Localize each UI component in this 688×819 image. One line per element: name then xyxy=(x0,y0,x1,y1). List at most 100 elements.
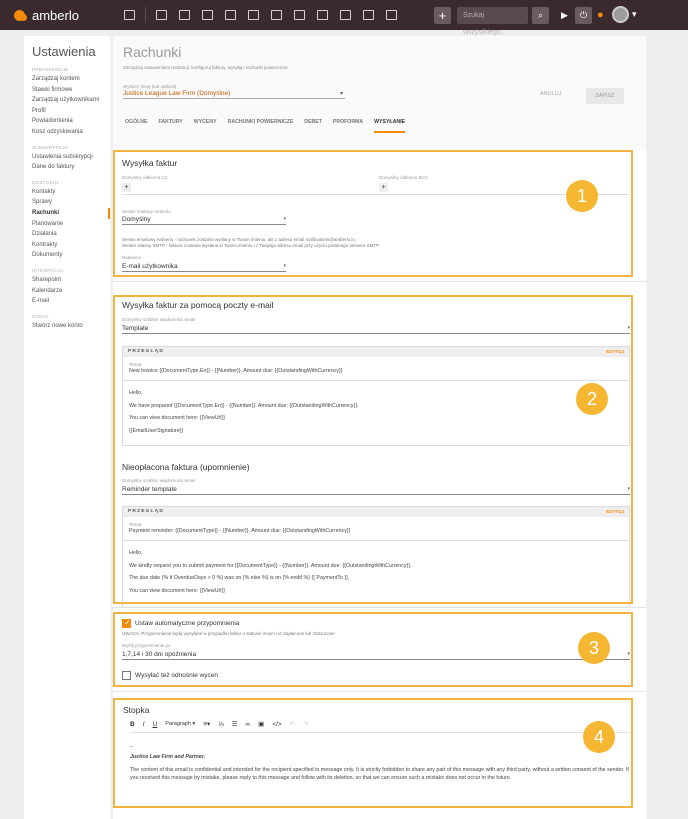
sidebar-item-documents[interactable]: Dokumenty xyxy=(24,250,110,261)
cancel-button[interactable]: ANULUJ xyxy=(540,91,561,97)
sidebar-title: Ustawienia xyxy=(32,44,96,59)
page-title: Rachunki xyxy=(123,44,182,60)
template-select[interactable]: Template xyxy=(122,325,630,334)
sidebar-item-rates[interactable]: Stawki firmowe xyxy=(24,85,110,96)
mail-icon[interactable] xyxy=(363,10,374,20)
tab-sending[interactable]: WYSYŁANIE xyxy=(374,119,405,133)
undo-icon[interactable]: ↶ xyxy=(290,720,295,728)
sender-select[interactable]: E-mail użytkownika xyxy=(122,263,286,272)
sidebar-item-contracts[interactable]: Kontrakty xyxy=(24,240,110,251)
sidebar-item-sharepoint[interactable]: Sharepoint xyxy=(24,275,110,286)
folder-icon[interactable] xyxy=(317,10,328,20)
chevron-down-icon[interactable]: ▾ xyxy=(632,9,637,20)
sidebar-item-email[interactable]: E-mail xyxy=(24,296,110,307)
sidebar-item-profile[interactable]: Profil xyxy=(24,106,110,117)
body-line: We kindly request you to submit payment … xyxy=(129,562,412,569)
align-icon[interactable]: ≡▾ xyxy=(203,720,210,728)
template-label: Domyślny szablon wiadomości email xyxy=(122,317,196,322)
tab-quotes[interactable]: WYCENY xyxy=(194,119,217,133)
sidebar-item-activities[interactable]: Działania xyxy=(24,229,110,240)
wallet-icon[interactable] xyxy=(202,10,213,20)
reports-icon[interactable] xyxy=(386,10,397,20)
underline-icon[interactable]: U xyxy=(153,721,158,728)
timer-icon[interactable]: ⏻ xyxy=(575,7,592,24)
logo-icon xyxy=(14,9,27,21)
body-line: The due date {% if OverdueDays > 0 %} wa… xyxy=(129,575,350,581)
sidebar-item-users[interactable]: Zarządzaj użytkownikami xyxy=(24,95,110,106)
bank-icon[interactable] xyxy=(248,10,259,20)
quotes-checkbox[interactable] xyxy=(122,671,131,680)
top-bar: amberlo + Szukaj wszystkiego... ⌕ ▶ ⏻ ● … xyxy=(0,0,688,36)
sidebar-item-account[interactable]: Zarządzaj kontem xyxy=(24,74,110,85)
play-icon[interactable]: ▶ xyxy=(556,7,573,24)
sidebar-item-invoice-data[interactable]: Dane do faktury xyxy=(24,162,110,173)
footer-section: Stopka B I U Paragraph ▾ ≡▾ ⅓ ☰ ∞ ▣ </> … xyxy=(113,698,646,819)
sidebar-item-matters[interactable]: Sprawy xyxy=(24,197,110,208)
auto-reminders-row[interactable]: Ustaw automatyczne przypomnienia xyxy=(122,618,240,628)
tab-general[interactable]: OGÓLNE xyxy=(125,119,147,133)
add-button[interactable]: + xyxy=(434,7,451,24)
save-button[interactable]: ZAPISZ xyxy=(586,88,624,104)
divider xyxy=(122,194,629,195)
sidebar-item-subscription[interactable]: Ustawienia subskrypcji xyxy=(24,152,110,163)
calendar-icon[interactable] xyxy=(271,10,282,20)
phone-icon[interactable] xyxy=(294,10,305,20)
sidebar-item-contacts[interactable]: Kontakty xyxy=(24,187,110,198)
firm-select[interactable]: Justice League Law Firm (Domyślne) xyxy=(123,90,345,99)
reminder-template-label: Domyślny szablon wiadomości email xyxy=(122,478,196,483)
add-cc-button[interactable]: + xyxy=(122,183,131,192)
edit-reminder-button[interactable]: EDYTUJ xyxy=(606,507,624,517)
send-after-label: Wyślij przypomnienie po xyxy=(122,643,171,648)
sidebar-section-heading: PREFERENCJE xyxy=(32,67,69,72)
contacts-icon[interactable] xyxy=(156,10,167,20)
tab-debit[interactable]: DEBET xyxy=(304,119,322,133)
mail-service-select[interactable]: Domyślny xyxy=(122,216,286,225)
link-icon[interactable]: ∞ xyxy=(246,721,251,728)
search-icon[interactable]: ⌕ xyxy=(532,7,549,24)
auto-reminders-label: Ustaw automatyczne przypomnienia xyxy=(135,620,240,628)
sidebar-item-planning[interactable]: Planowanie xyxy=(24,219,110,230)
body-line: Hello, xyxy=(129,550,143,556)
bold-icon[interactable]: B xyxy=(130,721,135,728)
inbox-icon[interactable] xyxy=(340,10,351,20)
notifications-icon[interactable]: ● xyxy=(597,9,604,21)
sidebar-item-notifications[interactable]: Powiadomienia xyxy=(24,116,110,127)
image-icon[interactable]: ▣ xyxy=(258,720,264,728)
code-icon[interactable]: </> xyxy=(272,721,281,728)
bcc-label: Domyślny odbiorca BCC xyxy=(379,175,429,180)
italic-icon[interactable]: I xyxy=(143,721,145,728)
send-after-select[interactable]: 1,7,14 i 30 dni opóźnienia xyxy=(122,651,630,660)
reminder-template-select[interactable]: Reminder template xyxy=(122,486,630,495)
mail-service-note-1: Serwis emailowy Amberlo - rachunek zosta… xyxy=(122,237,357,242)
ordered-list-icon[interactable]: ⅓ xyxy=(218,721,223,728)
preview-label: PRZEGLĄD xyxy=(128,509,164,514)
sidebar-item-calendars[interactable]: Kalendarze xyxy=(24,286,110,297)
amberlo-logo[interactable]: amberlo xyxy=(14,8,104,23)
tab-trust-accounts[interactable]: RACHUNKI POWIERNICZE xyxy=(228,119,294,133)
matters-icon[interactable] xyxy=(179,10,190,20)
step-badge-3: 3 xyxy=(578,632,610,664)
redo-icon[interactable]: ↷ xyxy=(303,720,308,728)
template-preview: PRZEGLĄD EDYTUJ Temat New Invoice {{Docum… xyxy=(122,346,630,446)
subject-label: Temat xyxy=(129,362,142,367)
documents-icon[interactable] xyxy=(225,10,236,20)
quotes-row[interactable]: Wysyłać też odnośnie wycen xyxy=(122,671,218,680)
editor-toolbar: B I U Paragraph ▾ ≡▾ ⅓ ☰ ∞ ▣ </> ↶ ↷ xyxy=(130,720,317,729)
bullet-list-icon[interactable]: ☰ xyxy=(232,720,238,728)
auto-reminders-checkbox[interactable] xyxy=(122,618,131,628)
sidebar-item-trash[interactable]: Kosz odzyskiwania xyxy=(24,127,110,138)
tab-invoices[interactable]: FAKTURY xyxy=(158,119,182,133)
page-header: Rachunki Zarządzaj ustawieniami realizac… xyxy=(113,36,646,153)
add-bcc-button[interactable]: + xyxy=(379,183,388,192)
preview-body: Hello, We have prepared {{DocumentType.E… xyxy=(123,380,629,437)
body-line: Hello, xyxy=(129,390,143,396)
paragraph-select[interactable]: Paragraph ▾ xyxy=(165,721,195,727)
avatar[interactable] xyxy=(612,6,629,23)
edit-template-button[interactable]: EDYTUJ xyxy=(606,347,624,357)
sidebar-item-bills[interactable]: Rachunki xyxy=(24,207,110,219)
dashboard-icon[interactable] xyxy=(124,10,135,20)
preview-body: Hello, We kindly request you to submit p… xyxy=(123,540,629,597)
search-input[interactable]: Szukaj wszystkiego... xyxy=(457,7,528,36)
sidebar-item-new-account[interactable]: Stwórz nowe konto xyxy=(24,321,110,332)
tab-proforma[interactable]: PROFORMA xyxy=(333,119,363,133)
